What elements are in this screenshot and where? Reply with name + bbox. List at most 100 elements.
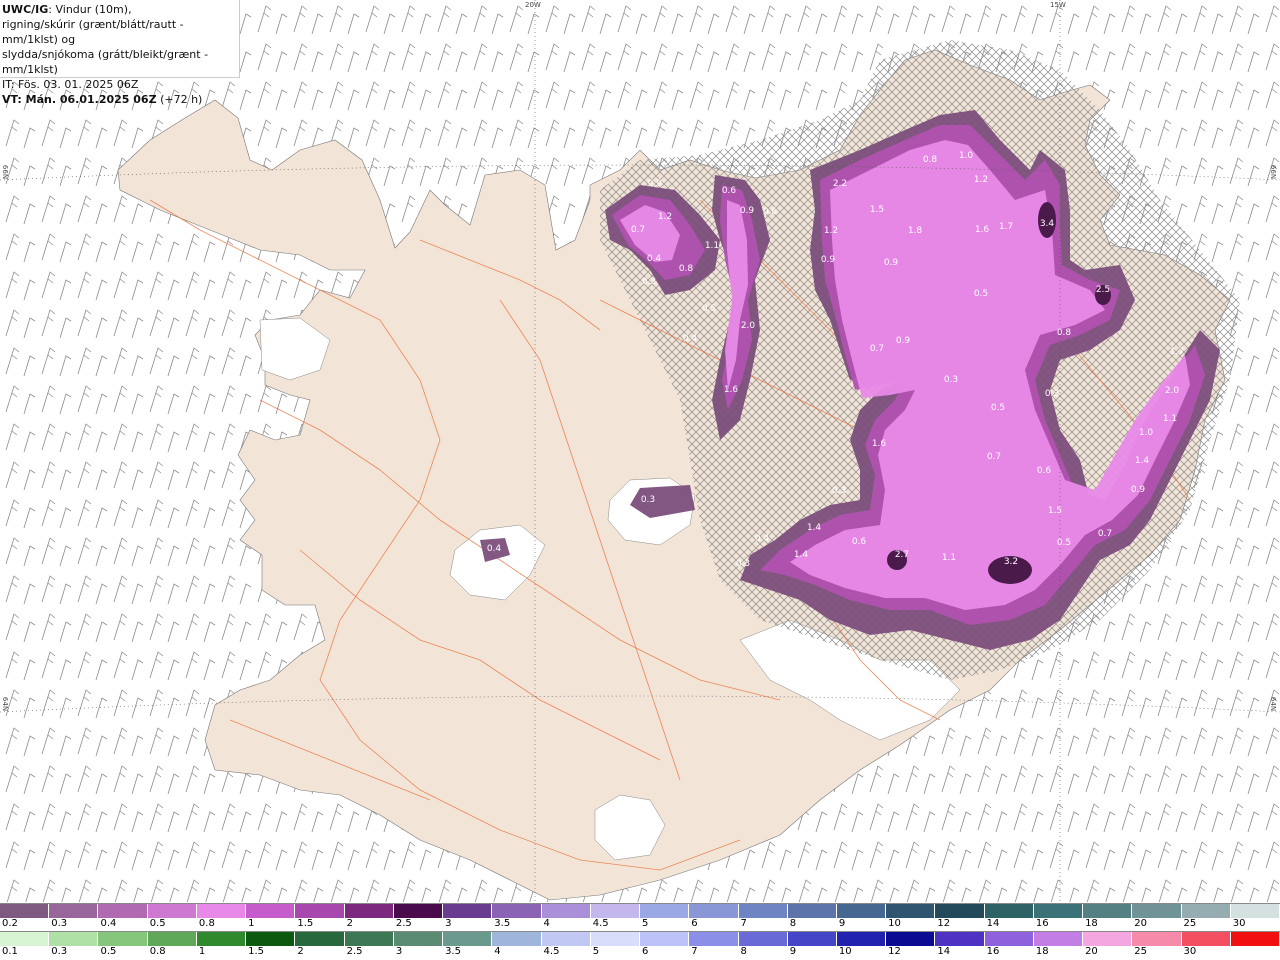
scale-label: 14 (937, 946, 951, 957)
scale-swatch (689, 904, 739, 918)
precip-value-label: 0.9 (1131, 485, 1146, 495)
precip-value-label: 0.5 (991, 403, 1005, 413)
description-line-2: rigning/skúrir (grænt/blátt/rautt - mm/1… (2, 18, 184, 46)
precip-value-label: 2.0 (1165, 386, 1180, 396)
scale-swatch (1033, 932, 1084, 946)
precip-value-label: 2.2 (833, 179, 847, 189)
scale-label: 0.1 (2, 946, 18, 957)
precip-value-label: 0.6 (722, 186, 737, 196)
model-name: UWC/IG (2, 3, 49, 16)
scale-label: 12 (937, 918, 951, 929)
scale-label: 3.5 (494, 918, 511, 929)
precip-value-label: 0.5 (702, 304, 716, 314)
precip-value-label: 0.5 (1057, 538, 1071, 548)
precip-value-label: 0.9 (884, 258, 899, 268)
scale-label: 9 (838, 918, 846, 929)
precip-value-label: 2.7 (895, 550, 909, 560)
scale-label: 3 (395, 946, 403, 957)
scale-swatch (738, 904, 788, 918)
scale-swatch (295, 904, 345, 918)
precip-value-label: 1.7 (1170, 347, 1184, 357)
scale-swatch (0, 904, 50, 918)
scale-swatch (1083, 932, 1133, 946)
scale-swatch (295, 932, 345, 946)
lead-time: (+72 h) (160, 93, 203, 106)
scale-swatch (393, 932, 444, 946)
precip-value-label: 0.7 (870, 344, 884, 354)
precip-value-label: 0.3 (944, 375, 958, 385)
scale-swatch (689, 932, 739, 946)
precip-value-label: 0.9 (821, 255, 836, 265)
precip-value-label: 1.7 (999, 222, 1013, 232)
scale-swatch (787, 932, 837, 946)
precip-value-label: 1.1 (705, 241, 719, 251)
scale-label: 6 (642, 946, 649, 957)
precip-value-label: 1.6 (872, 439, 887, 449)
precip-value-label: 1.0 (959, 151, 974, 161)
scale-label: 0.3 (51, 946, 68, 957)
scale-swatch (1132, 932, 1182, 946)
precip-value-label: 0.9 (896, 336, 911, 346)
scale-label: 1.5 (248, 946, 265, 957)
scale-swatch (738, 932, 788, 946)
scale-swatch (640, 932, 690, 946)
scale-label: 10 (838, 946, 852, 957)
description-line-3: slydda/snjókoma (grátt/bleikt/grænt - mm… (2, 48, 209, 76)
scale-label: 7 (740, 918, 747, 929)
scale-label: 0.2 (2, 918, 18, 929)
precip-value-label: 0.4 (683, 334, 698, 344)
precip-value-label: 0.8 (923, 155, 938, 165)
scale-swatch (0, 932, 50, 946)
precip-value-label: 1.6 (975, 225, 990, 235)
lat-label-66n-left: 66N (1, 164, 10, 180)
rain-color-scale (0, 931, 1280, 946)
precip-value-label: 1.1 (942, 553, 956, 563)
scale-label: 20 (1134, 918, 1148, 929)
precip-value-label: 0.6 (852, 537, 867, 547)
scale-swatch (836, 932, 887, 946)
scale-swatch (147, 932, 197, 946)
precip-value-label: 0.9 (740, 206, 755, 216)
scale-swatch (836, 904, 887, 918)
scale-label: 30 (1232, 918, 1246, 929)
scale-swatch (935, 932, 985, 946)
scale-swatch (886, 932, 936, 946)
lon-label-20w: 20W (525, 1, 541, 9)
scale-label: 4 (543, 918, 550, 929)
scale-swatch (344, 904, 394, 918)
scale-swatch (590, 904, 641, 918)
scale-swatch (246, 904, 296, 918)
precip-value-label: 1.8 (908, 226, 923, 236)
scale-label: 0.3 (51, 918, 68, 929)
precip-value-label: 1.5 (870, 205, 884, 215)
scale-label: 0.5 (100, 946, 117, 957)
precip-value-label: 0.4 (755, 534, 770, 544)
scale-swatch (98, 904, 148, 918)
weather-map: 0.91.20.70.40.30.81.10.60.9 0.60.50.42.01… (0, 0, 1280, 902)
scale-label: 20 (1085, 946, 1098, 957)
scale-label: 2 (346, 918, 353, 929)
precip-value-label: 1.4 (1135, 456, 1150, 466)
scale-swatch (344, 932, 394, 946)
scale-swatch (49, 904, 99, 918)
snow-scale-labels: 0.2 0.3 0.4 0.5 0.8 1 1.5 2 2.5 3 3.5 4 4.5 5 6 7 8 9 10 12… (0, 918, 1280, 930)
rain-scale-labels: 0.1 0.3 0.5 0.8 1 1.5 2 2.5 3 3.5 4 4.5 5 6 7 8 9 10 12 14 1… (0, 946, 1280, 958)
scale-label: 8 (740, 946, 747, 957)
valid-time: VT: Mán. 06.01.2025 06Z (2, 93, 157, 106)
scale-swatch (590, 932, 641, 946)
scale-label: 4.5 (592, 918, 609, 929)
scale-label: 10 (888, 918, 901, 929)
scale-swatch (1230, 932, 1280, 946)
scale-swatch (443, 904, 493, 918)
precip-value-label: 1.5 (1048, 506, 1062, 516)
lat-label-66n-right: 66N (1269, 164, 1278, 180)
scale-swatch (492, 932, 542, 946)
scale-label: 1.5 (297, 918, 314, 929)
precip-value-label: 0.7 (1098, 529, 1112, 539)
precip-value-label: 0.3 (736, 559, 750, 569)
precip-value-label: 1.2 (974, 175, 988, 185)
scale-swatch (886, 904, 936, 918)
scale-swatch (984, 904, 1034, 918)
scale-label: 16 (986, 946, 1000, 957)
precip-value-label: 1.2 (658, 212, 672, 222)
